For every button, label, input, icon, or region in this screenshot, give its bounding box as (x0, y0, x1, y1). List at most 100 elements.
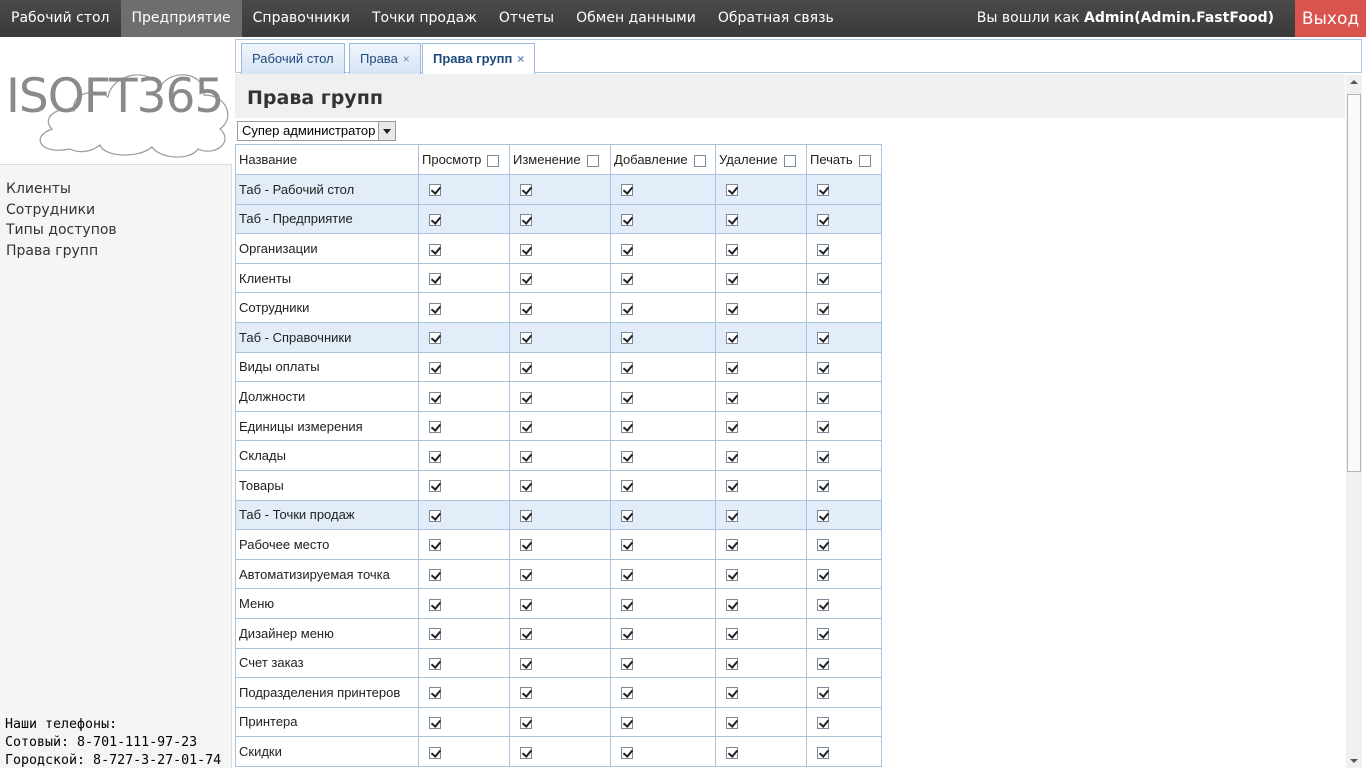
edit-checkbox[interactable] (520, 509, 532, 522)
edit-checkbox[interactable] (520, 213, 532, 226)
group-select[interactable]: Супер администратор (237, 121, 396, 141)
add-checkbox[interactable] (621, 687, 633, 700)
delete-checkbox[interactable] (726, 687, 738, 700)
add-checkbox[interactable] (621, 450, 633, 463)
add-checkbox[interactable] (621, 539, 633, 552)
tab-group-rights[interactable]: Права групп × (422, 43, 536, 75)
delete-checkbox[interactable] (726, 480, 738, 493)
edit-checkbox[interactable] (520, 569, 532, 582)
edit-checkbox[interactable] (520, 746, 532, 759)
edit-checkbox[interactable] (520, 243, 532, 256)
view-checkbox[interactable] (429, 273, 441, 286)
sidebar-item-clients[interactable]: Клиенты (6, 179, 117, 200)
close-icon[interactable]: × (403, 52, 410, 66)
vertical-scrollbar[interactable] (1346, 75, 1362, 768)
print-checkbox[interactable] (817, 746, 829, 759)
delete-checkbox[interactable] (726, 213, 738, 226)
view-checkbox[interactable] (429, 687, 441, 700)
add-checkbox[interactable] (621, 657, 633, 670)
delete-checkbox[interactable] (726, 421, 738, 434)
add-checkbox[interactable] (621, 628, 633, 641)
add-checkbox[interactable] (621, 361, 633, 374)
close-icon[interactable]: × (517, 52, 524, 66)
print-checkbox[interactable] (817, 243, 829, 256)
delete-checkbox[interactable] (726, 361, 738, 374)
view-checkbox[interactable] (429, 628, 441, 641)
add-checkbox[interactable] (621, 273, 633, 286)
print-checkbox[interactable] (817, 569, 829, 582)
select-all-delete-checkbox[interactable] (783, 154, 796, 167)
nav-item-references[interactable]: Справочники (242, 0, 361, 37)
logout-button[interactable]: Выход (1295, 0, 1366, 37)
view-checkbox[interactable] (429, 361, 441, 374)
view-checkbox[interactable] (429, 509, 441, 522)
add-checkbox[interactable] (621, 598, 633, 611)
view-checkbox[interactable] (429, 539, 441, 552)
print-checkbox[interactable] (817, 598, 829, 611)
view-checkbox[interactable] (429, 450, 441, 463)
delete-checkbox[interactable] (726, 332, 738, 345)
sidebar-item-group-rights[interactable]: Права групп (6, 241, 117, 262)
select-all-print-checkbox[interactable] (858, 154, 871, 167)
view-checkbox[interactable] (429, 421, 441, 434)
delete-checkbox[interactable] (726, 450, 738, 463)
select-all-view-checkbox[interactable] (487, 154, 500, 167)
add-checkbox[interactable] (621, 243, 633, 256)
edit-checkbox[interactable] (520, 450, 532, 463)
edit-checkbox[interactable] (520, 361, 532, 374)
delete-checkbox[interactable] (726, 184, 738, 197)
edit-checkbox[interactable] (520, 332, 532, 345)
add-checkbox[interactable] (621, 213, 633, 226)
delete-checkbox[interactable] (726, 302, 738, 315)
scrollbar-thumb[interactable] (1347, 94, 1361, 472)
view-checkbox[interactable] (429, 569, 441, 582)
sidebar-item-employees[interactable]: Сотрудники (6, 200, 117, 221)
add-checkbox[interactable] (621, 717, 633, 730)
print-checkbox[interactable] (817, 213, 829, 226)
print-checkbox[interactable] (817, 302, 829, 315)
delete-checkbox[interactable] (726, 569, 738, 582)
add-checkbox[interactable] (621, 302, 633, 315)
nav-item-enterprise[interactable]: Предприятие (120, 0, 242, 37)
delete-checkbox[interactable] (726, 243, 738, 256)
add-checkbox[interactable] (621, 421, 633, 434)
view-checkbox[interactable] (429, 657, 441, 670)
view-checkbox[interactable] (429, 213, 441, 226)
nav-item-desktop[interactable]: Рабочий стол (0, 0, 121, 37)
print-checkbox[interactable] (817, 539, 829, 552)
delete-checkbox[interactable] (726, 717, 738, 730)
view-checkbox[interactable] (429, 746, 441, 759)
add-checkbox[interactable] (621, 184, 633, 197)
print-checkbox[interactable] (817, 687, 829, 700)
select-all-edit-checkbox[interactable] (586, 154, 599, 167)
delete-checkbox[interactable] (726, 657, 738, 670)
view-checkbox[interactable] (429, 332, 441, 345)
edit-checkbox[interactable] (520, 628, 532, 641)
print-checkbox[interactable] (817, 332, 829, 345)
add-checkbox[interactable] (621, 509, 633, 522)
delete-checkbox[interactable] (726, 628, 738, 641)
view-checkbox[interactable] (429, 243, 441, 256)
edit-checkbox[interactable] (520, 273, 532, 286)
edit-checkbox[interactable] (520, 717, 532, 730)
edit-checkbox[interactable] (520, 391, 532, 404)
edit-checkbox[interactable] (520, 480, 532, 493)
edit-checkbox[interactable] (520, 687, 532, 700)
print-checkbox[interactable] (817, 273, 829, 286)
print-checkbox[interactable] (817, 361, 829, 374)
edit-checkbox[interactable] (520, 184, 532, 197)
print-checkbox[interactable] (817, 509, 829, 522)
scroll-up-icon[interactable] (1346, 75, 1362, 89)
print-checkbox[interactable] (817, 480, 829, 493)
print-checkbox[interactable] (817, 450, 829, 463)
print-checkbox[interactable] (817, 657, 829, 670)
add-checkbox[interactable] (621, 746, 633, 759)
view-checkbox[interactable] (429, 598, 441, 611)
delete-checkbox[interactable] (726, 273, 738, 286)
view-checkbox[interactable] (429, 480, 441, 493)
print-checkbox[interactable] (817, 184, 829, 197)
add-checkbox[interactable] (621, 391, 633, 404)
view-checkbox[interactable] (429, 302, 441, 315)
nav-item-sales-points[interactable]: Точки продаж (361, 0, 488, 37)
edit-checkbox[interactable] (520, 657, 532, 670)
